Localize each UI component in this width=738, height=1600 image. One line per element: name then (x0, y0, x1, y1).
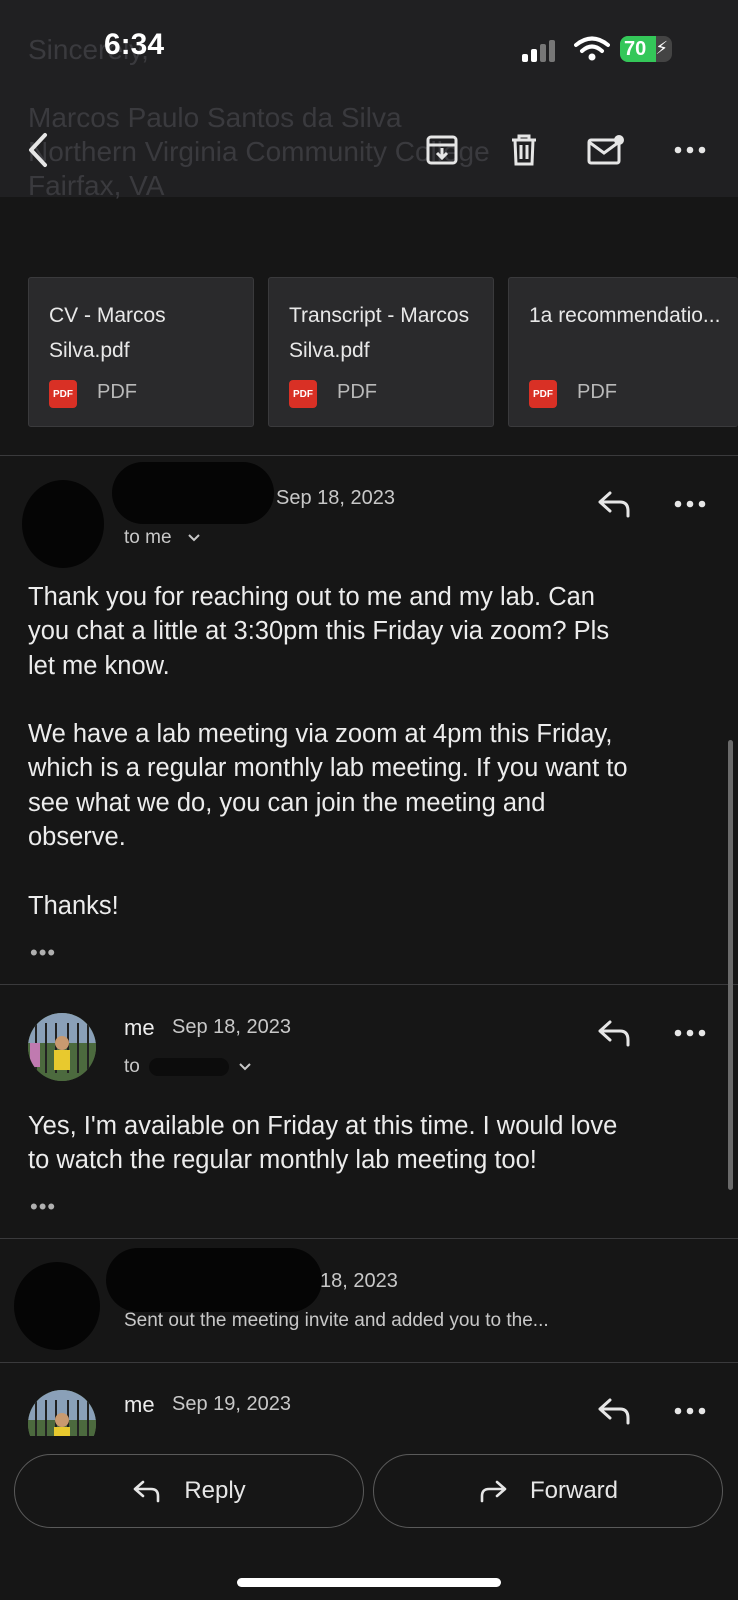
attachment-name: Transcript - Marcos Silva.pdf (289, 304, 470, 362)
back-icon[interactable] (16, 128, 60, 172)
divider (0, 1238, 738, 1239)
pdf-icon: PDF (529, 380, 557, 408)
recipient-toggle[interactable]: to me (124, 527, 201, 549)
forward-icon (480, 1480, 507, 1503)
message-date: Sep 18, 2023 (172, 1016, 291, 1038)
trash-icon[interactable] (502, 128, 546, 172)
more-icon[interactable] (668, 1389, 712, 1433)
home-indicator[interactable] (237, 1578, 501, 1587)
attachment-type: PDF (97, 381, 137, 403)
sender-name: me (124, 1015, 155, 1040)
recipient-label: to me (124, 527, 172, 548)
reply-icon[interactable] (592, 1011, 636, 1055)
pdf-icon: PDF (49, 380, 77, 408)
redacted-avatar (14, 1262, 100, 1350)
reply-label: Reply (184, 1477, 246, 1504)
forward-button[interactable]: Forward (373, 1454, 723, 1528)
cellular-signal-icon (522, 40, 560, 62)
battery-indicator: 70 ⚡ (620, 36, 672, 62)
pdf-icon: PDF (289, 380, 317, 408)
attachment-card[interactable]: 1a recommendatio... PDF PDF (508, 277, 738, 427)
redacted-sender (112, 462, 274, 524)
divider (0, 455, 738, 456)
avatar (28, 1013, 96, 1081)
forward-label: Forward (529, 1477, 619, 1504)
message-snippet[interactable]: Sent out the meeting invite and added yo… (124, 1310, 549, 1332)
attachment-type: PDF (577, 381, 617, 403)
scrollbar[interactable] (728, 740, 733, 1190)
attachment-card[interactable]: CV - Marcos Silva.pdf PDF PDF (28, 277, 254, 427)
chevron-down-icon (239, 1063, 252, 1071)
redacted-avatar (22, 480, 104, 568)
ghost-text: Marcos Paulo Santos da Silva (28, 102, 402, 133)
recipient-toggle[interactable]: to (124, 1056, 252, 1078)
attachment-card[interactable]: Transcript - Marcos Silva.pdf PDF PDF (268, 277, 494, 427)
divider (0, 1362, 738, 1363)
ghost-text: Fairfax, VA (28, 170, 165, 201)
more-icon[interactable] (668, 482, 712, 526)
message-body: Yes, I'm available on Friday at this tim… (28, 1112, 618, 1175)
more-icon[interactable] (668, 1011, 712, 1055)
reply-icon[interactable] (592, 482, 636, 526)
attachment-name: 1a recommendatio... (529, 304, 721, 327)
attachment-name: CV - Marcos Silva.pdf (49, 304, 166, 362)
more-icon[interactable] (668, 128, 712, 172)
redacted-sender (106, 1248, 322, 1312)
attachment-type: PDF (337, 381, 377, 403)
message-date: 18, 2023 (320, 1270, 398, 1292)
battery-percent: 70 (624, 38, 647, 60)
message-date: Sep 19, 2023 (172, 1393, 291, 1415)
status-time: 6:34 (104, 28, 165, 61)
reply-icon (134, 1480, 160, 1503)
divider (0, 984, 738, 985)
show-trimmed-content[interactable]: ••• (30, 1194, 56, 1220)
redacted-recipient (149, 1057, 230, 1076)
sender-name: me (124, 1392, 155, 1417)
message-body: Thank you for reaching out to me and my … (28, 583, 628, 920)
chevron-down-icon (188, 534, 200, 542)
archive-icon[interactable] (420, 128, 464, 172)
reply-icon[interactable] (592, 1389, 636, 1433)
reply-button[interactable]: Reply (14, 1454, 364, 1528)
top-bar: Sincerely, Marcos Paulo Santos da Silva … (0, 0, 738, 201)
recipient-label: to (124, 1056, 140, 1077)
wifi-icon (574, 36, 610, 61)
charging-icon: ⚡ (655, 38, 668, 58)
show-trimmed-content[interactable]: ••• (30, 940, 56, 966)
mark-unread-icon[interactable] (584, 128, 628, 172)
message-date: Sep 18, 2023 (276, 487, 395, 509)
